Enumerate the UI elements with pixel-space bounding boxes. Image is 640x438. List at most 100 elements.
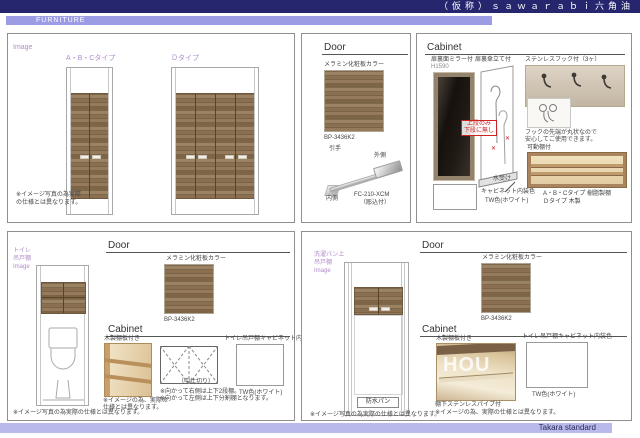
door-handle — [198, 155, 207, 159]
toilet-interior-swatch — [236, 344, 284, 386]
wardrobe-image-panel: Image A・B・Cタイプ Ｄタイプ — [7, 33, 295, 223]
type-abc-label: A・B・Cタイプ — [66, 55, 115, 63]
door-divider — [378, 288, 379, 314]
laundry-cabinet-photo: HOU — [436, 343, 516, 401]
laundry-location-line2: 吊戸棚 — [314, 260, 332, 267]
photo-watermark: HOU — [443, 354, 490, 377]
door-divider — [215, 94, 216, 198]
partition-label: （中仕切り） — [178, 379, 214, 386]
interior-color-swatch — [433, 184, 477, 210]
toilet-location-line3: Image — [13, 264, 30, 271]
wardrobe-d-drawing — [171, 67, 259, 215]
hook-detail-inset — [527, 98, 571, 128]
mirror-sub-label: H1590 — [431, 64, 449, 71]
hooks-note-line1: フックの先端が丸状なので — [525, 130, 597, 137]
laundry-location-line1: 洗濯パン上 — [314, 252, 344, 259]
laundry-open-space — [354, 315, 403, 395]
door-handle — [186, 155, 195, 159]
toilet-cabinet-panel: トイレ 吊戸棚 Image Door メラミン化粧板カラー B — [7, 231, 295, 421]
laundry-location-line3: Image — [314, 268, 331, 275]
melamine-finish-label: メラミン化粧板カラー — [324, 62, 384, 69]
waterproof-pan-box: 防水パン — [357, 397, 399, 408]
laundry-interior-label: トイレ吊戸棚キャビネット内装色 — [522, 334, 612, 341]
toilet-finish-code: BP-3436K2 — [164, 317, 195, 324]
shelf-board — [531, 164, 623, 168]
hooks-note-line2: 安心してご使用できます。 — [525, 137, 596, 144]
frame-rail — [254, 68, 255, 214]
door-handle — [369, 307, 378, 311]
door-handle — [92, 155, 101, 159]
stainless-hooks-label: ステンレスフック付（3ヶ） — [525, 57, 600, 64]
door-divider — [63, 283, 64, 313]
pull-code-note: （彫込付） — [360, 200, 390, 207]
laundry-wall-cabinet — [354, 287, 403, 315]
laundry-interior-swatch — [526, 342, 588, 388]
cross-mark: ✕ — [491, 146, 496, 153]
interior-color-value: TW色(ホワイト) — [485, 198, 528, 205]
toilet-photo-note-line1: ※イメージの為、実際の — [103, 398, 168, 405]
cross-mark: ✕ — [505, 136, 510, 143]
wardrobe-d-doors — [176, 93, 254, 199]
laundry-finish-code: BP-3436K2 — [481, 316, 512, 323]
mirror-label: 扉裏面ミラー付 — [431, 57, 473, 64]
section-label: FURNITURE — [36, 17, 85, 24]
toilet-wood-shelf-label: 木製棚板付き — [104, 336, 140, 343]
shelf-spec-line1: A・B・Cタイプ 樹脂製棚 — [543, 191, 611, 198]
footer-bar: Takara standard — [0, 423, 612, 433]
pull-grip — [373, 160, 403, 179]
movable-shelf-label: 可動棚付 — [527, 145, 551, 152]
cabinet-spec-panel: Cabinet 扉裏面ミラー付 H1590 扉裏傘立て付 上段のみ 下段に無し … — [416, 33, 632, 223]
toilet-bottom-note: ※イメージ写真の為実際の仕様とは異なります。 — [13, 410, 143, 417]
shelf-board — [531, 172, 623, 176]
frame-rail — [351, 263, 352, 415]
red-note-line1: 上段のみ — [462, 121, 496, 128]
furniture-section-bar: FURNITURE — [6, 16, 492, 25]
toilet-elevation-drawing — [36, 265, 89, 406]
toilet-location-line2: 吊戸棚 — [13, 256, 31, 263]
toilet-location-line1: トイレ — [13, 248, 31, 255]
movable-shelf-photo — [527, 152, 627, 188]
door-handle — [238, 155, 247, 159]
door-heading: Door — [322, 42, 408, 55]
laundry-door-heading: Door — [420, 240, 627, 253]
door-finish-code: BP-3436K2 — [324, 135, 355, 142]
door-finish-swatch — [324, 70, 384, 132]
cabinet-heading: Cabinet — [425, 42, 625, 55]
brand-name: Takara standard — [539, 423, 596, 432]
laundry-interior-value: TW色(ホワイト) — [532, 392, 575, 399]
laundry-cabinet-panel: 洗濯パン上 吊戸棚 Image 防水パン Door メラミン化粧板カラー BP-… — [301, 231, 632, 421]
type-d-label: Ｄタイプ — [171, 55, 199, 63]
wardrobe-abc-doors — [71, 93, 108, 199]
door-divider — [235, 94, 236, 198]
shelf-spec-line2: Ｄタイプ 木製 — [543, 199, 581, 206]
door-divider — [42, 297, 85, 298]
toilet-finish-swatch — [164, 264, 214, 314]
pull-inside-label: 内側 — [326, 196, 338, 203]
toilet-layout-note2: ※向かって左側は上下分割棚となります。 — [160, 396, 272, 403]
laundry-wood-shelf-label: 木製棚板付き — [436, 336, 472, 343]
door-handle — [80, 155, 89, 159]
hook-detail-sketch — [528, 99, 570, 127]
door-divider — [195, 94, 196, 198]
toilet-shelf-photo — [104, 343, 152, 397]
frame-rail — [108, 68, 109, 214]
toilet-finish-label: メラミン化粧板カラー — [166, 256, 226, 263]
toilet-door-heading: Door — [106, 240, 290, 253]
photo-shelf — [105, 358, 151, 368]
red-callout-box: 上段のみ 下段に無し — [461, 120, 497, 136]
furniture-spec-sheet: （仮称）ｓａｗａｒａｂｉ六角油 FURNITURE Image A・B・Cタイプ… — [0, 0, 640, 438]
shelf-interior — [531, 156, 623, 184]
pull-code: FC-210-XCM — [354, 192, 389, 199]
door-spec-panel: Door メラミン化粧板カラー BP-3436K2 引手 外側 内側 FC-21… — [301, 33, 411, 223]
image-label: Image — [13, 44, 32, 52]
toilet-layout-note1: ※向かって右側は上下2段棚。 — [160, 389, 240, 396]
toilet-interior-value: TW色(ホワイト) — [239, 390, 282, 397]
toilet-wall-cabinet — [41, 282, 86, 314]
interior-color-label: キャビネット内装色 — [481, 189, 535, 196]
laundry-finish-label: メラミン化粧板カラー — [482, 255, 542, 262]
laundry-pipe-label: 棚下ステンレスパイプ付 — [435, 402, 501, 409]
project-title-bar: （仮称）ｓａｗａｒａｂｉ六角油 — [0, 0, 640, 13]
red-note-line2: 下段に無し — [462, 128, 496, 135]
photo-shelf — [105, 374, 151, 384]
photo-side-panel — [105, 344, 110, 396]
